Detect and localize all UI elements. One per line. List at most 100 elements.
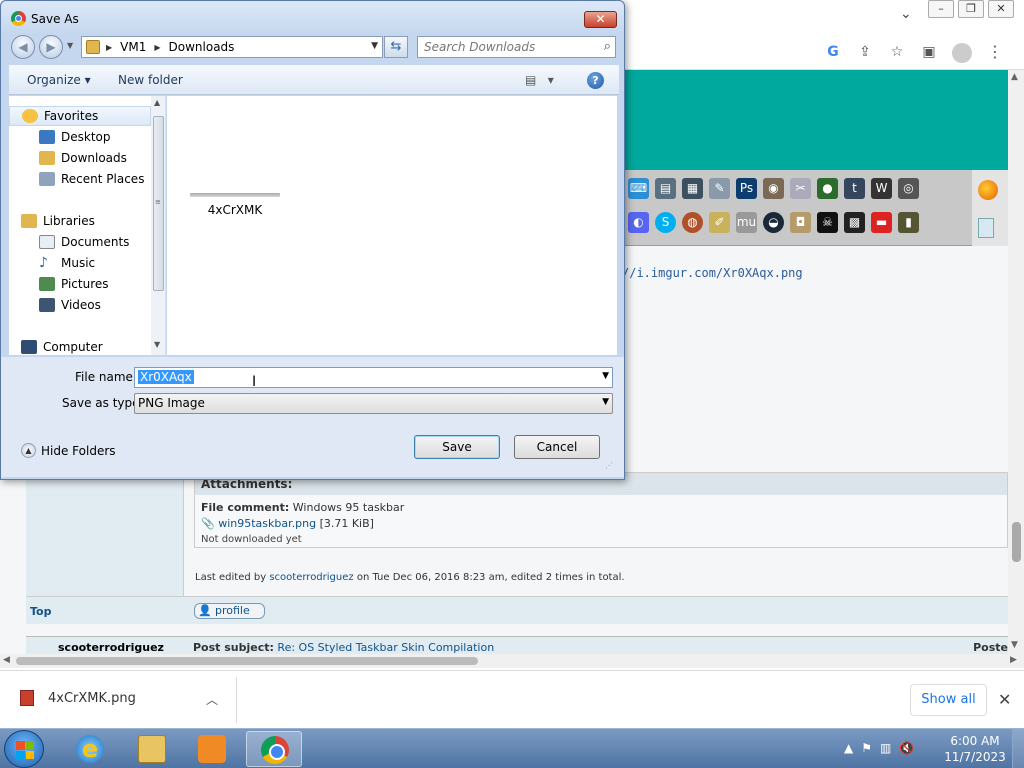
share-icon[interactable]: ⇪ bbox=[856, 43, 874, 61]
scroll-up-icon[interactable]: ▲ bbox=[1011, 72, 1018, 82]
page-vertical-scrollbar[interactable]: ▲ ▼ bbox=[1008, 70, 1024, 654]
show-desktop-button[interactable] bbox=[1012, 729, 1024, 768]
nav-documents[interactable]: Documents bbox=[9, 232, 151, 252]
ball-icon: ◍ bbox=[682, 212, 703, 233]
refresh-button[interactable]: ⇆ bbox=[384, 36, 408, 58]
profile-button[interactable]: 👤 profile bbox=[194, 603, 265, 619]
page-horizontal-scrollbar[interactable]: ◀ ▶ bbox=[0, 654, 1024, 668]
taskbar-ie[interactable]: e bbox=[62, 731, 118, 767]
breadcrumb-vm1[interactable]: VM1 bbox=[120, 40, 146, 54]
resize-grip-icon[interactable]: ⋰ bbox=[605, 461, 613, 470]
cancel-button[interactable]: Cancel bbox=[514, 435, 600, 459]
action-center-icon[interactable]: ⚑ bbox=[861, 741, 872, 755]
nav-pictures[interactable]: Pictures bbox=[9, 274, 151, 294]
computer-icon bbox=[21, 340, 37, 354]
recent-places-icon bbox=[39, 172, 55, 186]
tools-icon: ✎ bbox=[709, 178, 730, 199]
dialog-close-button[interactable]: ✕ bbox=[584, 11, 617, 28]
downloads-folder-icon bbox=[39, 151, 55, 165]
recent-locations-dropdown-icon[interactable]: ▼ bbox=[67, 41, 73, 50]
taskbar-media-player[interactable] bbox=[184, 731, 240, 767]
taskbar-chrome[interactable] bbox=[246, 731, 302, 767]
show-all-button[interactable]: Show all bbox=[910, 684, 987, 716]
nav-videos[interactable]: Videos bbox=[9, 295, 151, 315]
save-button[interactable]: Save bbox=[414, 435, 500, 459]
download-item[interactable]: 4xCrXMK.png bbox=[20, 690, 136, 706]
breadcrumb-downloads[interactable]: Downloads bbox=[169, 40, 235, 54]
restore-button[interactable]: ❐ bbox=[958, 0, 984, 18]
search-input[interactable]: Search Downloads bbox=[424, 40, 535, 54]
search-icon[interactable]: ⌕ bbox=[604, 39, 611, 54]
film-icon: ▦ bbox=[682, 178, 703, 199]
next-post-author[interactable]: scooterrodriguez bbox=[58, 641, 164, 654]
last-edited-user-link[interactable]: scooterrodriguez bbox=[269, 572, 353, 583]
bookmark-star-icon[interactable]: ☆ bbox=[888, 43, 906, 61]
search-box[interactable]: Search Downloads ⌕ bbox=[417, 36, 616, 58]
save-type-select[interactable]: PNG Image ▼ bbox=[134, 393, 613, 414]
file-item[interactable]: 4xCrXMK bbox=[189, 193, 281, 223]
hscroll-thumb[interactable] bbox=[16, 657, 478, 665]
minimize-button[interactable]: – bbox=[928, 0, 954, 18]
new-folder-button[interactable]: New folder bbox=[118, 73, 183, 87]
top-link[interactable]: Top bbox=[30, 605, 51, 618]
attachment-link[interactable]: win95taskbar.png bbox=[218, 517, 316, 530]
organize-button[interactable]: Organize ▾ bbox=[27, 73, 91, 87]
scroll-down-icon[interactable]: ▼ bbox=[1011, 640, 1018, 650]
desktop-icon bbox=[39, 130, 55, 144]
scroll-right-icon[interactable]: ▶ bbox=[1010, 655, 1017, 665]
nav-favorites[interactable]: Favorites bbox=[9, 106, 151, 126]
side-panel-icon[interactable]: ▣ bbox=[920, 43, 938, 61]
back-button[interactable]: ◀ bbox=[11, 35, 35, 59]
text-cursor-icon: I bbox=[252, 374, 257, 390]
nav-desktop[interactable]: Desktop bbox=[9, 127, 151, 147]
change-view-button[interactable]: ▤ ▾ bbox=[525, 73, 554, 87]
documents-icon bbox=[39, 235, 55, 249]
file-name-field[interactable]: Xr0XAqx ▼ bbox=[134, 367, 613, 388]
address-bar[interactable]: ▶ VM1 ▶ Downloads ▼ bbox=[81, 36, 383, 58]
nav-libraries[interactable]: Libraries bbox=[9, 211, 151, 231]
image-url[interactable]: //i.imgur.com/Xr0XAqx.png bbox=[622, 266, 803, 280]
file-name-value[interactable]: Xr0XAqx bbox=[138, 370, 194, 384]
post-subject-link[interactable]: Re: OS Styled Taskbar Skin Compilation bbox=[277, 641, 494, 654]
profile-avatar[interactable] bbox=[952, 43, 972, 63]
nav-downloads[interactable]: Downloads bbox=[9, 148, 151, 168]
breadcrumb-arrow-icon[interactable]: ▶ bbox=[106, 43, 112, 52]
scroll-thumb[interactable] bbox=[1012, 522, 1021, 562]
nav-computer[interactable]: Computer bbox=[9, 337, 151, 355]
steam-icon: ◒ bbox=[763, 212, 784, 233]
tab-search-chevron-icon[interactable]: ⌄ bbox=[900, 6, 912, 22]
address-dropdown-icon[interactable]: ▼ bbox=[371, 41, 378, 51]
breadcrumb-arrow-icon[interactable]: ▶ bbox=[154, 43, 160, 52]
network-icon[interactable]: ▥ bbox=[880, 741, 891, 755]
posted-label: Poste bbox=[973, 641, 1008, 654]
close-window-button[interactable]: ✕ bbox=[988, 0, 1014, 18]
hide-folders-button[interactable]: ▲ Hide Folders bbox=[21, 443, 116, 458]
scroll-left-icon[interactable]: ◀ bbox=[3, 655, 10, 665]
nav-scroll-down-icon[interactable]: ▼ bbox=[154, 340, 160, 349]
firefox-icon bbox=[978, 180, 998, 200]
close-downloads-icon[interactable]: ✕ bbox=[998, 690, 1011, 709]
gamepad-icon: ◎ bbox=[898, 178, 919, 199]
nav-music[interactable]: ♪ Music bbox=[9, 253, 151, 273]
nav-downloads-label: Downloads bbox=[61, 151, 127, 165]
clock[interactable]: 6:00 AM 11/7/2023 bbox=[944, 733, 1006, 765]
google-icon[interactable]: G bbox=[824, 43, 842, 61]
nav-recent-places[interactable]: Recent Places bbox=[9, 169, 151, 189]
nav-music-label: Music bbox=[61, 256, 96, 270]
nav-desktop-label: Desktop bbox=[61, 130, 111, 144]
help-icon[interactable]: ? bbox=[587, 72, 604, 89]
nav-pane-scrollbar[interactable]: ▲ ≡ ▼ bbox=[151, 96, 165, 355]
save-type-dropdown-icon[interactable]: ▼ bbox=[602, 397, 609, 407]
taskbar-explorer[interactable] bbox=[124, 731, 180, 767]
menu-kebab-icon[interactable]: ⋮ bbox=[986, 43, 1004, 61]
show-hidden-icons-icon[interactable]: ▲ bbox=[844, 741, 853, 755]
volume-muted-icon[interactable]: 🔇 bbox=[899, 741, 914, 755]
download-options-chevron-icon[interactable]: ︿ bbox=[206, 691, 218, 708]
start-button[interactable] bbox=[4, 730, 44, 768]
forward-button[interactable]: ▶ bbox=[39, 35, 63, 59]
file-list-pane[interactable]: 4xCrXMK bbox=[167, 96, 617, 355]
file-name-dropdown-icon[interactable]: ▼ bbox=[602, 371, 609, 381]
nav-scroll-up-icon[interactable]: ▲ bbox=[154, 98, 160, 107]
organize-label: Organize bbox=[27, 73, 81, 87]
globe-icon: ● bbox=[817, 178, 838, 199]
